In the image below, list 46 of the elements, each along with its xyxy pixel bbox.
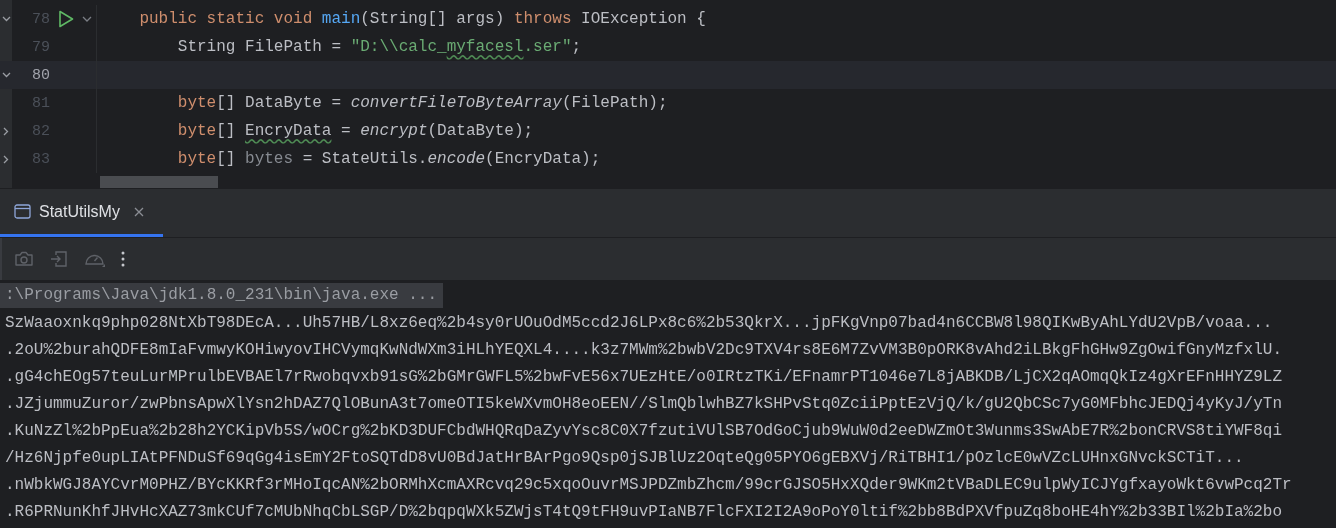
close-icon[interactable] bbox=[133, 206, 144, 217]
code-identifier: bytes bbox=[245, 150, 294, 168]
code-method-call: encrypt bbox=[360, 122, 428, 140]
code-string: myfacesl bbox=[446, 38, 524, 56]
chevron-icon[interactable] bbox=[1, 72, 11, 78]
console-output-line: .JZjummuZuror/zwPbnsApwXlYsn2hDAZ7QlOBunA3t7omeOTI5keWXvmOH8eoEEN//SlmQblwhBZ7kSHPvStq0ZciiPptEzVjQ/k/gU2QbCSc7yG0MFbhcJEDQj4yKyJ/yTn bbox=[5, 394, 1282, 413]
console-output-line: .gG4chEOg57teuLurMPrulbEVBAEl7rRwobqvxb91sG%2bGMrGWFL5%2bwFvE56x7UEzHtE/o0IRtzTKi/EFnamrPT1046e7L8jABKDB/LjCX2qAOmqQkIz4gXrEFnHHYZ9LZ bbox=[5, 367, 1282, 386]
console-icon bbox=[14, 204, 31, 219]
code-keyword: byte bbox=[177, 122, 217, 140]
more-icon[interactable] bbox=[121, 251, 125, 267]
code-text: [] bbox=[216, 122, 237, 140]
chevron-icon[interactable] bbox=[3, 154, 9, 164]
run-icon[interactable] bbox=[58, 10, 74, 28]
console-output-line: .KuNzZl%2bPpEua%2b28h2YCKipVb5S/wOCrg%2bKD3DUFCbdWHQRqDaZyvYsc8C0X7fzutiVUlSB7OdGoCjub9WuW0d2eeDWZmOt3Wunms3SwAbE7R%2bonCRVS8tiYWF8qi bbox=[5, 421, 1282, 440]
fold-icon[interactable] bbox=[82, 16, 92, 22]
code-method-call: encode bbox=[427, 150, 486, 168]
code-text: = bbox=[340, 122, 352, 140]
console-command[interactable]: :\Programs\Java\jdk1.8.0_231\bin\java.exe ... bbox=[0, 283, 444, 308]
code-keyword: byte bbox=[177, 94, 217, 112]
console-output-line: .nWbkWGJ8AYCvrM0PHZ/BYcKKRf3rMHoIqcAN%2bORMhXcmAXRcvq29c5xqoOuvrMSJPDZmbZhcm/99crGJSO5HxXQder9WKm2tVBaDLEC9ulpWyICJYgfxayoWkt6vwPcq2Tr bbox=[5, 475, 1292, 494]
code-text: (String[] args) bbox=[360, 10, 506, 28]
code-keyword: byte bbox=[177, 150, 217, 168]
code-string: .ser" bbox=[523, 38, 572, 56]
code-text: (DataByte); bbox=[427, 122, 534, 140]
code-text: IOException { bbox=[581, 10, 706, 28]
code-text: = StateUtils. bbox=[301, 150, 428, 168]
code-method-call: convertFileToByteArray bbox=[350, 94, 562, 112]
code-keyword: throws bbox=[513, 10, 573, 28]
code-text: ; bbox=[571, 38, 582, 56]
code-text: (EncryData); bbox=[485, 150, 601, 168]
code-string: "D:\\calc_ bbox=[350, 38, 447, 56]
code-text: [] DataByte = bbox=[216, 94, 343, 112]
chevron-icon[interactable] bbox=[3, 126, 9, 136]
console-output-line: /Hz6Njpfe0upLIAtPFNDuSf69qGg4isEmY2FtoSQTdD8vU0BdJatHrBArPgo9Qsp0jSJBlUz2OqteQg05PYO6gEBXVj/RiTBHI1/pOzlcE0wVZcLUHnxGNvckSCTiT... bbox=[5, 448, 1244, 467]
line-number: 80 bbox=[31, 66, 50, 84]
code-text: String FilePath = bbox=[177, 38, 343, 56]
code-text: [] bbox=[216, 150, 237, 168]
code-method-name: main bbox=[321, 10, 361, 28]
console-output-line: .2oU%2burahQDFE8mIaFvmwyKOHiwyovIHCVymqKwNdWXm3iHLhYEQXL4....k3z7MWm%2bwbV2Dc9TXV4rs8E6M7ZvVM3B0pORK8vAhd2iLBkgFhGHw9ZgOwifGnyMzfxlU. bbox=[5, 340, 1282, 359]
code-keyword: public static void bbox=[139, 10, 314, 28]
console-output-line: .R6PRNunKhfJHvHcXAZ73mkCUf7cMUbNhqCbLSGP/D%2bqpqWXk5ZWjsT4tQ9tFH9uvPIaNB7FlcFXI2I2A9oPoY0ltif%2bb8BdPXVfpuZq8boHE4hY%2b33BIl%2bIa%2bo bbox=[5, 502, 1282, 521]
scrollbar-thumb[interactable] bbox=[100, 176, 218, 188]
chevron-icon[interactable] bbox=[1, 16, 11, 22]
code-text: (FilePath); bbox=[561, 94, 668, 112]
console-output-line: SzWaaoxnkq9php028NtXbT98DEcA...Uh57HB/L8xz6eq%2b4sy0rUOuOdM5ccd2J6LPx8c6%2b53QkrX...jpFKgVnp07bad4n6CCBW8l98QIKwByAhLYdU2VpB/voaa... bbox=[5, 313, 1273, 332]
code-identifier: EncryData bbox=[245, 122, 332, 140]
